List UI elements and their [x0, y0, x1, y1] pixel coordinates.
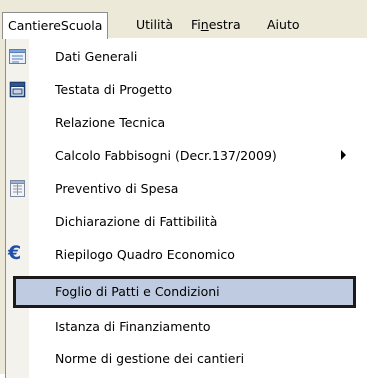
- menu-item-label: Dichiarazione di Fattibilità: [55, 214, 218, 229]
- menu-item-preventivo-di-spesa[interactable]: Preventivo di Spesa: [6, 173, 367, 204]
- menu-utilita-label: Utilità: [136, 17, 174, 32]
- menu-item-calcolo-fabbisogni[interactable]: Calcolo Fabbisogni (Decr.137/2009): [6, 140, 367, 171]
- dropdown-menu-cantierescuola: Dati Generali Testata di Progetto Relazi…: [5, 38, 367, 378]
- menu-finestra-label-b: estra: [208, 17, 241, 32]
- euro-icon: €: [8, 242, 22, 264]
- menu-item-dati-generali[interactable]: Dati Generali: [6, 41, 367, 72]
- menu-finestra[interactable]: Finestra: [186, 12, 246, 38]
- menu-item-norme-di-gestione-dei-cantieri[interactable]: Norme di gestione dei cantieri: [6, 343, 367, 374]
- menu-item-istanza-di-finanziamento[interactable]: Istanza di Finanziamento: [6, 311, 367, 342]
- menu-item-label: Foglio di Patti e Condizioni: [55, 284, 220, 299]
- menu-finestra-label-a: Fi: [191, 17, 201, 32]
- menu-aiuto-label: Aiuto: [267, 17, 300, 32]
- spreadsheet-icon: [10, 180, 25, 197]
- menu-item-relazione-tecnica[interactable]: Relazione Tecnica: [6, 107, 367, 138]
- menu-cantierescuola-label: CantiereScuola: [8, 18, 103, 33]
- menu-item-foglio-di-patti-e-condizioni[interactable]: Foglio di Patti e Condizioni: [13, 276, 356, 308]
- menu-item-label: Relazione Tecnica: [55, 115, 166, 130]
- menu-item-dichiarazione-di-fattibilita[interactable]: Dichiarazione di Fattibilità: [6, 206, 367, 237]
- submenu-arrow-icon: [341, 150, 346, 160]
- menu-item-label: Riepilogo Quadro Economico: [55, 247, 235, 262]
- menu-item-label: Calcolo Fabbisogni (Decr.137/2009): [55, 148, 277, 163]
- menu-item-label: Preventivo di Spesa: [55, 181, 179, 196]
- menu-item-label: Norme di gestione dei cantieri: [55, 351, 245, 366]
- menu-bar: CantiereScuola Utilità Finestra Aiuto: [0, 0, 367, 40]
- menu-item-label: Istanza di Finanziamento: [55, 319, 211, 334]
- menu-item-label: Testata di Progetto: [55, 82, 173, 97]
- menu-finestra-mnemonic: n: [200, 17, 209, 32]
- menu-item-testata-di-progetto[interactable]: Testata di Progetto: [6, 74, 367, 105]
- menu-aiuto[interactable]: Aiuto: [262, 12, 305, 38]
- menu-utilita[interactable]: Utilità: [131, 12, 178, 38]
- menu-item-riepilogo-quadro-economico[interactable]: € Riepilogo Quadro Economico: [6, 239, 367, 270]
- menu-cantierescuola[interactable]: CantiereScuola: [2, 12, 109, 39]
- menu-item-label: Dati Generali: [55, 49, 138, 64]
- document-icon: [9, 81, 26, 98]
- form-icon: [9, 49, 26, 64]
